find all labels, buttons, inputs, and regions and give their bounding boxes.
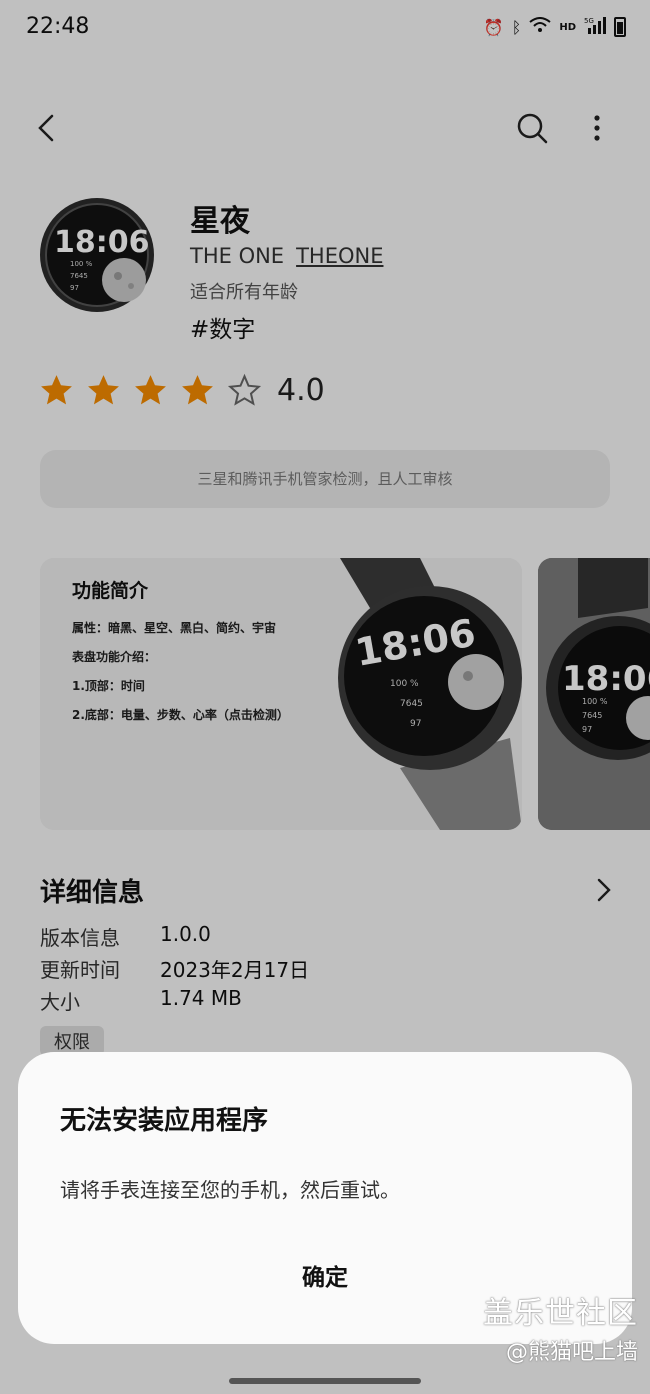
watermark-line: @熊猫吧上墙: [505, 1340, 638, 1365]
dialog-title: 无法安装应用程序: [60, 1106, 269, 1136]
app-screen: 22:48 ⏰ ᛒ HD 5G 18:06 100 % 7645 97 星夜 T…: [0, 0, 650, 1394]
gesture-nav-handle[interactable]: [229, 1378, 421, 1384]
watermark-line: 盖乐世社区: [483, 1296, 638, 1331]
dialog-message: 请将手表连接至您的手机，然后重试。: [60, 1178, 400, 1202]
watermark: 盖乐世社区 @熊猫吧上墙: [483, 1288, 638, 1366]
